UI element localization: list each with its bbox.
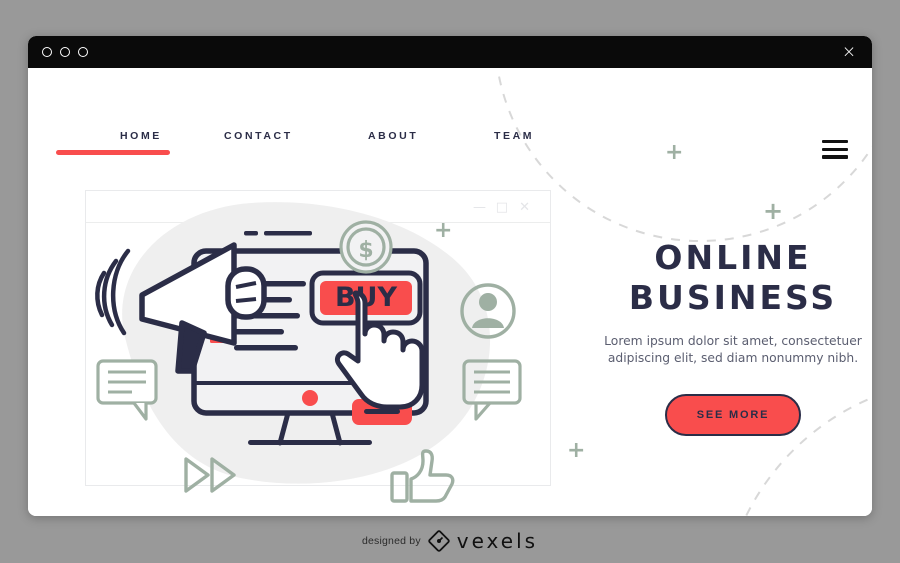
- page-title: ONLINE BUSINESS: [588, 238, 872, 319]
- content-line-4: [234, 329, 284, 335]
- nav-item-contact[interactable]: CONTACT: [224, 130, 293, 142]
- content-line-5: [234, 345, 298, 351]
- plus-mark-2-icon: +: [763, 197, 784, 225]
- window-close-icon[interactable]: ×: [840, 43, 858, 61]
- footer-credit: designed by vexels: [0, 524, 900, 558]
- illustration-frame: — □ ✕ $: [85, 190, 552, 503]
- plus-mark-3-icon: +: [567, 438, 586, 463]
- page-canvas: + + + + HOME CONTACT ABOUT TEAM — □ ✕ $ …: [28, 68, 872, 516]
- browser-title-bar: ×: [28, 36, 872, 68]
- browser-window: × + + + + HOME CONTACT ABOUT TEAM — □ ✕ …: [28, 36, 872, 516]
- header-dash-2: [264, 231, 312, 236]
- nav-active-underline: [56, 150, 170, 155]
- nav-item-home[interactable]: HOME: [120, 130, 162, 142]
- vexels-diamond-logo-icon: [428, 530, 450, 552]
- vexels-brand-label: vexels: [456, 529, 539, 553]
- monitor-red-dot: [302, 390, 318, 406]
- titlebar-dot-1[interactable]: [42, 47, 52, 57]
- red-keyboard-slot: [364, 409, 400, 414]
- nav-item-about[interactable]: ABOUT: [368, 130, 418, 142]
- header-dash-1: [244, 231, 258, 236]
- hero-subtitle: Lorem ipsum dolor sit amet, consectetuer…: [604, 333, 862, 366]
- plus-mark-1-icon: +: [665, 140, 684, 165]
- hamburger-icon[interactable]: [822, 140, 848, 159]
- hero-title-line-2: BUSINESS: [628, 278, 838, 318]
- credit-prefix-label: designed by: [361, 535, 421, 547]
- hero-section: ONLINE BUSINESS Lorem ipsum dolor sit am…: [588, 238, 872, 437]
- dollar-coin-icon: $: [339, 220, 393, 274]
- svg-text:$: $: [358, 238, 373, 263]
- titlebar-dot-2[interactable]: [60, 47, 70, 57]
- hero-title-line-1: ONLINE: [654, 238, 812, 277]
- see-more-button[interactable]: SEE MORE: [664, 394, 802, 437]
- nav-item-team[interactable]: TEAM: [494, 130, 534, 142]
- monitor-base: [248, 440, 372, 445]
- speech-bubble-left-icon: [96, 359, 158, 421]
- navbar: HOME CONTACT ABOUT TEAM: [28, 68, 872, 159]
- titlebar-dot-3[interactable]: [78, 47, 88, 57]
- illustration-canvas: BUY: [86, 202, 552, 503]
